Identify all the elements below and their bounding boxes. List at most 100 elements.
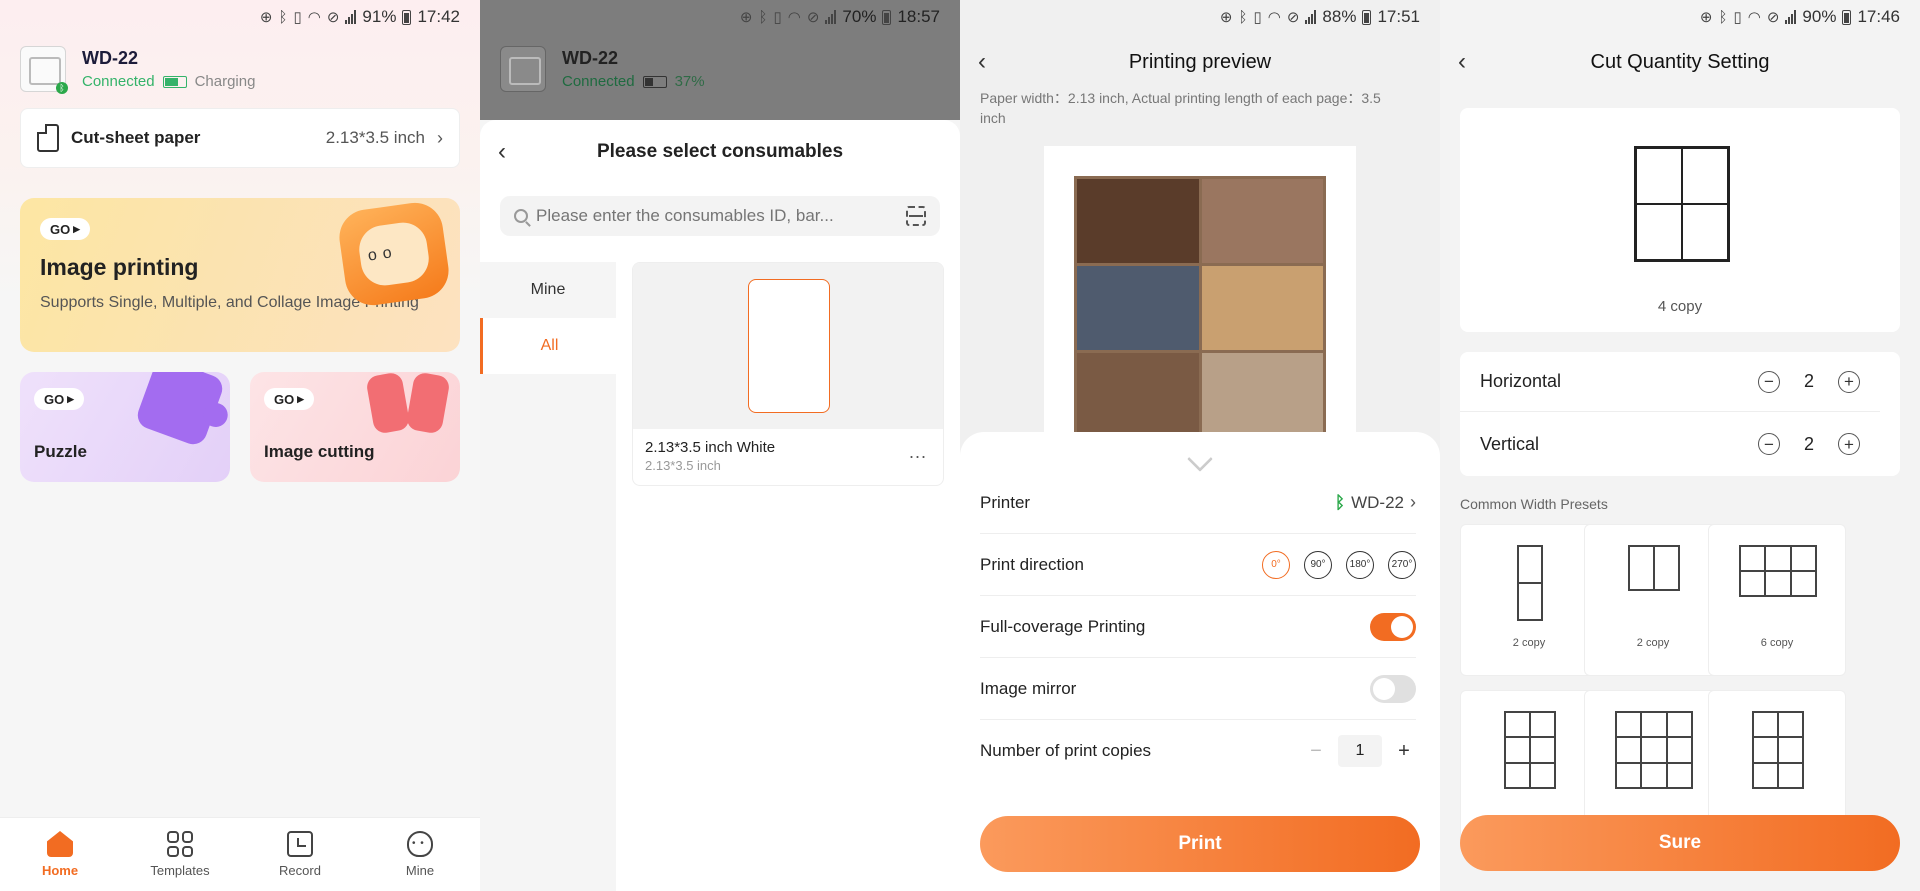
tab-templates[interactable]: Templates (120, 818, 240, 891)
vibrate-icon: ▯ (1253, 9, 1262, 26)
mirror-toggle[interactable] (1370, 674, 1416, 703)
image-cutting-card[interactable]: GO ▸ Image cutting (250, 372, 460, 482)
card-title: Image cutting (264, 442, 375, 461)
wifi-icon: ◠ (787, 9, 801, 26)
home-screen: ⊕ ᛒ ▯ ◠ ⊘ 91% 17:42 ᛒ WD-22 Connected Ch… (0, 0, 480, 891)
battery-level-icon (642, 75, 667, 88)
rotate-180-icon[interactable]: 180° (1346, 550, 1374, 579)
preset-grid-icon (1739, 545, 1817, 597)
cut-grid-preview (1634, 146, 1730, 262)
dimmed-background[interactable]: ⊕ ᛒ ▯ ◠ ⊘ 70% 18:57 WD-22 Connected 37% (480, 0, 960, 120)
image-printing-card[interactable]: GO ▸ Image printing Supports Single, Mult… (20, 198, 460, 352)
quantity-card: Horizontal − 2 + Vertical − 2 + (1460, 352, 1900, 476)
horizontal-decrement-button[interactable]: − (1758, 370, 1780, 393)
back-chevron-icon[interactable]: ‹ (1458, 48, 1466, 76)
consumable-card[interactable]: 2.13*3.5 inch White 2.13*3.5 inch ... (632, 262, 944, 486)
print-button[interactable]: Print (980, 816, 1420, 872)
charging-status: Charging (194, 73, 256, 90)
increment-button[interactable]: + (1392, 739, 1416, 763)
consumables-sheet: ‹ Please select consumables Mine All 2.1… (480, 120, 960, 891)
consumable-image (633, 263, 943, 429)
category-list: Mine All (480, 262, 616, 891)
puzzle-icon (133, 372, 227, 449)
printer-image: ᛒ (20, 46, 68, 94)
go-badge: GO ▸ (40, 218, 90, 240)
chevron-right-icon: › (437, 127, 443, 148)
battery-icon (882, 9, 892, 25)
search-bar (500, 196, 940, 236)
preset-tile[interactable]: 2 copy (1584, 524, 1722, 676)
battery-percent: 88% (1322, 7, 1357, 26)
back-chevron-icon[interactable]: ‹ (978, 48, 986, 76)
no-sim-icon: ⊘ (326, 9, 340, 26)
record-icon (287, 831, 313, 857)
status-bar: ⊕ ᛒ ▯ ◠ ⊘ 88% 17:51 (960, 0, 1440, 34)
full-coverage-label: Full-coverage Printing (980, 616, 1146, 636)
page-title: Printing preview (1128, 50, 1272, 73)
page-title: Cut Quantity Setting (1590, 50, 1770, 73)
print-settings-sheet: Printer ᛒ WD-22 › Print direction 0° 90°… (960, 432, 1440, 891)
horizontal-value: 2 (1803, 371, 1814, 391)
puzzle-card[interactable]: GO ▸ Puzzle (20, 372, 230, 482)
tab-label: Templates (150, 863, 210, 878)
bluetooth-badge-icon: ᛒ (56, 82, 68, 94)
vertical-decrement-button[interactable]: − (1758, 433, 1780, 455)
no-sim-icon: ⊘ (806, 9, 820, 26)
cutting-icon (365, 372, 451, 436)
device-header[interactable]: ᛒ WD-22 Connected Charging (20, 46, 256, 94)
rotate-90-icon[interactable]: 90° (1304, 550, 1332, 579)
category-all[interactable]: All (480, 318, 616, 374)
preset-tile[interactable]: 2 copy (1460, 524, 1598, 676)
play-icon: ▸ (297, 391, 304, 406)
paper-label: Cut-sheet paper (71, 128, 201, 147)
preset-label: 6 copy (1760, 637, 1794, 649)
vertical-value: 2 (1803, 433, 1814, 454)
tab-mine[interactable]: Mine (360, 818, 480, 891)
full-coverage-toggle[interactable] (1370, 612, 1416, 641)
search-input[interactable] (536, 206, 898, 226)
printer-row[interactable]: Printer ᛒ WD-22 › (980, 472, 1416, 534)
sync-icon: ⊕ (259, 9, 273, 26)
scan-icon[interactable] (906, 206, 926, 226)
printer-value: WD-22 (1351, 492, 1404, 512)
category-mine[interactable]: Mine (480, 262, 616, 318)
templates-icon (167, 831, 193, 857)
preview-copy-count: 4 copy (1657, 298, 1703, 315)
go-badge: GO ▸ (264, 388, 314, 410)
battery-level: 37% (674, 73, 705, 90)
rotate-0-icon[interactable]: 0° (1262, 550, 1290, 579)
clock: 17:51 (1377, 7, 1420, 26)
decrement-button[interactable]: − (1304, 739, 1328, 763)
vibrate-icon: ▯ (773, 9, 782, 26)
play-icon: ▸ (67, 391, 74, 406)
status-bar: ⊕ ᛒ ▯ ◠ ⊘ 91% 17:42 (0, 0, 480, 34)
wifi-icon: ◠ (307, 9, 321, 26)
preset-tile[interactable]: 6 copy (1708, 524, 1846, 676)
preset-grid-icon (1615, 711, 1693, 789)
more-options-icon[interactable]: ... (909, 442, 927, 463)
cut-quantity-screen: ⊕ ᛒ ▯ ◠ ⊘ 90% 17:46 ‹ Cut Quantity Setti… (1440, 0, 1920, 891)
bluetooth-icon: ᛒ (1718, 8, 1728, 26)
copies-value[interactable]: 1 (1338, 735, 1382, 767)
tab-record[interactable]: Record (240, 818, 360, 891)
vertical-increment-button[interactable]: + (1838, 433, 1860, 455)
home-icon (47, 831, 73, 857)
horizontal-increment-button[interactable]: + (1838, 370, 1860, 393)
paper-selector[interactable]: Cut-sheet paper 2.13*3.5 inch › (20, 108, 460, 168)
wifi-icon: ◠ (1747, 9, 1761, 26)
back-chevron-icon[interactable]: ‹ (498, 138, 506, 166)
rotate-270-icon[interactable]: 270° (1388, 550, 1416, 579)
preset-label: 2 copy (1636, 637, 1670, 649)
connection-status: Connected (562, 73, 635, 90)
battery-percent: 70% (842, 7, 877, 26)
signal-icon (1785, 10, 1797, 24)
wifi-icon: ◠ (1267, 9, 1281, 26)
tab-home[interactable]: Home (0, 818, 120, 891)
collapse-chevron-icon[interactable] (1179, 446, 1221, 462)
status-bar: ⊕ ᛒ ▯ ◠ ⊘ 90% 17:46 (1440, 0, 1920, 34)
tab-label: Home (41, 863, 79, 878)
sure-button[interactable]: Sure (1460, 815, 1900, 871)
paper-info: Paper width：2.13 inch, Actual printing l… (980, 90, 1381, 126)
nav-bar: ‹ Printing preview (960, 42, 1440, 82)
copies-label: Number of print copies (980, 741, 1152, 760)
